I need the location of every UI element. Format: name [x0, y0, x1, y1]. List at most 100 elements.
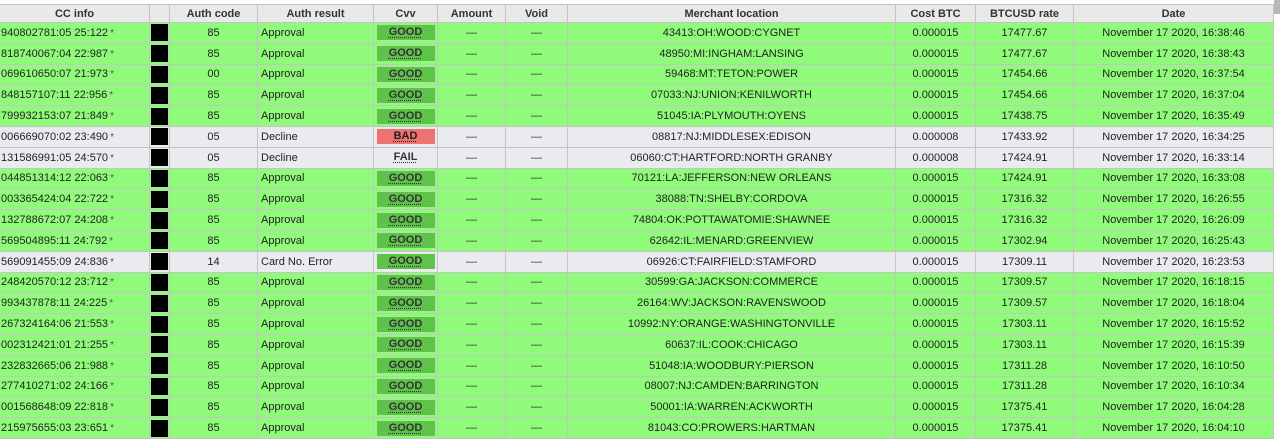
cvv-badge[interactable]: GOOD — [376, 108, 435, 124]
cc-info-cell[interactable]: 006669070:02 23:490 * — [0, 125, 150, 148]
cc-info[interactable]: 248420570:12 23:712 — [1, 276, 108, 288]
cc-info-cell[interactable]: 569504895:11 24:792 * — [0, 229, 150, 252]
cvv-badge[interactable]: GOOD — [376, 254, 435, 270]
cvv-badge[interactable]: GOOD — [376, 399, 435, 415]
col-btcusd-rate[interactable]: BTCUSD rate — [975, 4, 1074, 23]
col-void[interactable]: Void — [505, 4, 568, 23]
table-row[interactable]: 799932153:07 21:849 * 85 Approval GOOD — … — [0, 105, 1274, 127]
cc-info[interactable]: 069610650:07 21:973 — [1, 68, 108, 80]
star-icon[interactable]: * — [110, 319, 114, 330]
col-merchant-location[interactable]: Merchant location — [567, 4, 896, 23]
table-row[interactable]: 818740067:04 22:987 * 85 Approval GOOD — … — [0, 42, 1274, 65]
cc-info[interactable]: 044851314:12 22:063 — [1, 172, 108, 184]
cvv-badge[interactable]: FAIL — [377, 150, 435, 165]
table-row[interactable]: 131586991:05 24:570 * 05 Decline FAIL — —… — [0, 146, 1274, 169]
cc-info[interactable]: 848157107:11 22:956 — [1, 89, 107, 101]
star-icon[interactable]: * — [110, 49, 114, 60]
cc-info-cell[interactable]: 993437878:11 24:225 * — [0, 292, 150, 315]
table-row[interactable]: 044851314:12 22:063 * 85 Approval GOOD — … — [0, 167, 1274, 190]
star-icon[interactable]: * — [110, 402, 114, 413]
cc-info[interactable]: 002312421:01 21:255 — [1, 339, 108, 351]
cvv-badge[interactable]: GOOD — [376, 46, 435, 62]
table-row[interactable]: 848157107:11 22:956 * 85 Approval GOOD — … — [0, 84, 1274, 107]
cc-info-cell[interactable]: 003365424:04 22:722 * — [0, 188, 150, 211]
table-row[interactable]: 001568648:09 22:818 * 85 Approval GOOD — … — [0, 396, 1274, 419]
col-cc-info[interactable]: CC info — [0, 4, 150, 23]
col-auth-result[interactable]: Auth result — [257, 4, 374, 23]
star-icon[interactable]: * — [110, 277, 114, 288]
table-row[interactable]: 215975655:03 23:651 * 85 Approval GOOD — … — [0, 417, 1274, 439]
cvv-badge[interactable]: GOOD — [376, 233, 435, 249]
cc-info-cell[interactable]: 248420570:12 23:712 * — [0, 271, 150, 294]
star-icon[interactable]: * — [110, 381, 114, 392]
cc-info[interactable]: 818740067:04 22:987 — [1, 48, 108, 60]
star-icon[interactable]: * — [110, 132, 114, 143]
cc-info[interactable]: 993437878:11 24:225 — [1, 297, 107, 309]
star-icon[interactable]: * — [110, 423, 114, 434]
table-row[interactable]: 993437878:11 24:225 * 85 Approval GOOD — … — [0, 292, 1274, 315]
col-cost-btc[interactable]: Cost BTC — [895, 4, 976, 23]
table-row[interactable]: 132788672:07 24:208 * 85 Approval GOOD — … — [0, 209, 1274, 231]
cc-info[interactable]: 799932153:07 21:849 — [1, 110, 108, 122]
star-icon[interactable]: * — [110, 173, 114, 184]
table-row[interactable]: 002312421:01 21:255 * 85 Approval GOOD — … — [0, 333, 1274, 356]
cc-info-cell[interactable]: 818740067:04 22:987 * — [0, 42, 150, 65]
cc-info-cell[interactable]: 044851314:12 22:063 * — [0, 167, 150, 190]
cvv-badge[interactable]: GOOD — [376, 358, 435, 374]
cvv-badge[interactable]: BAD — [376, 129, 435, 145]
col-date[interactable]: Date — [1073, 4, 1274, 23]
star-icon[interactable]: * — [110, 215, 114, 226]
cc-info-cell[interactable]: 002312421:01 21:255 * — [0, 333, 150, 356]
col-auth-code[interactable]: Auth code — [169, 4, 258, 23]
star-icon[interactable]: * — [110, 257, 114, 268]
table-row[interactable]: 248420570:12 23:712 * 85 Approval GOOD — … — [0, 271, 1274, 294]
star-icon[interactable]: * — [110, 153, 114, 164]
table-row[interactable]: 232832665:06 21:988 * 85 Approval GOOD — … — [0, 354, 1274, 377]
table-row[interactable]: 003365424:04 22:722 * 85 Approval GOOD — … — [0, 188, 1274, 211]
scrollbar-thumb[interactable] — [1274, 0, 1280, 14]
table-row[interactable]: 069610650:07 21:973 * 00 Approval GOOD — … — [0, 63, 1274, 86]
cc-info[interactable]: 569504895:11 24:792 — [1, 235, 107, 247]
cc-info-cell[interactable]: 848157107:11 22:956 * — [0, 84, 150, 107]
cvv-badge[interactable]: GOOD — [376, 337, 435, 353]
cc-info-cell[interactable]: 132788672:07 24:208 * — [0, 209, 150, 231]
cc-info[interactable]: 006669070:02 23:490 — [1, 131, 108, 143]
table-row[interactable]: 267324164:06 21:553 * 85 Approval GOOD — … — [0, 313, 1274, 335]
cc-info[interactable]: 003365424:04 22:722 — [1, 193, 108, 205]
cvv-badge[interactable]: GOOD — [376, 87, 435, 103]
cc-info[interactable]: 569091455:09 24:836 — [1, 256, 108, 268]
cc-info[interactable]: 131586991:05 24:570 — [1, 152, 108, 164]
table-row[interactable]: 006669070:02 23:490 * 05 Decline BAD — — … — [0, 125, 1274, 148]
cc-info-cell[interactable]: 232832665:06 21:988 * — [0, 354, 150, 377]
star-icon[interactable]: * — [110, 28, 114, 39]
cc-info[interactable]: 277410271:02 24:166 — [1, 380, 108, 392]
star-icon[interactable]: * — [109, 236, 113, 247]
cc-info[interactable]: 940802781:05 25:122 — [1, 27, 108, 39]
cc-info-cell[interactable]: 267324164:06 21:553 * — [0, 313, 150, 335]
cc-info[interactable]: 232832665:06 21:988 — [1, 360, 108, 372]
cvv-badge[interactable]: GOOD — [376, 295, 435, 311]
table-row[interactable]: 569504895:11 24:792 * 85 Approval GOOD — … — [0, 229, 1274, 252]
star-icon[interactable]: * — [110, 340, 114, 351]
table-row[interactable]: 569091455:09 24:836 * 14 Card No. Error G… — [0, 250, 1274, 273]
star-icon[interactable]: * — [110, 111, 114, 122]
cc-info-cell[interactable]: 799932153:07 21:849 * — [0, 105, 150, 127]
cc-info-cell[interactable]: 940802781:05 25:122 * — [0, 22, 150, 44]
star-icon[interactable]: * — [110, 361, 114, 372]
cc-info[interactable]: 267324164:06 21:553 — [1, 318, 108, 330]
cvv-badge[interactable]: GOOD — [376, 170, 435, 186]
cc-info[interactable]: 001568648:09 22:818 — [1, 401, 108, 413]
col-amount[interactable]: Amount — [437, 4, 506, 23]
star-icon[interactable]: * — [109, 298, 113, 309]
cvv-badge[interactable]: GOOD — [376, 191, 435, 207]
cvv-badge[interactable]: GOOD — [376, 212, 435, 228]
cc-info-cell[interactable]: 131586991:05 24:570 * — [0, 146, 150, 169]
cvv-badge[interactable]: GOOD — [376, 274, 435, 290]
cc-info[interactable]: 132788672:07 24:208 — [1, 214, 108, 226]
cc-info-cell[interactable]: 215975655:03 23:651 * — [0, 417, 150, 439]
cc-info-cell[interactable]: 069610650:07 21:973 * — [0, 63, 150, 86]
cvv-badge[interactable]: GOOD — [376, 66, 435, 82]
star-icon[interactable]: * — [109, 90, 113, 101]
cvv-badge[interactable]: GOOD — [376, 378, 435, 394]
cvv-badge[interactable]: GOOD — [376, 25, 435, 41]
